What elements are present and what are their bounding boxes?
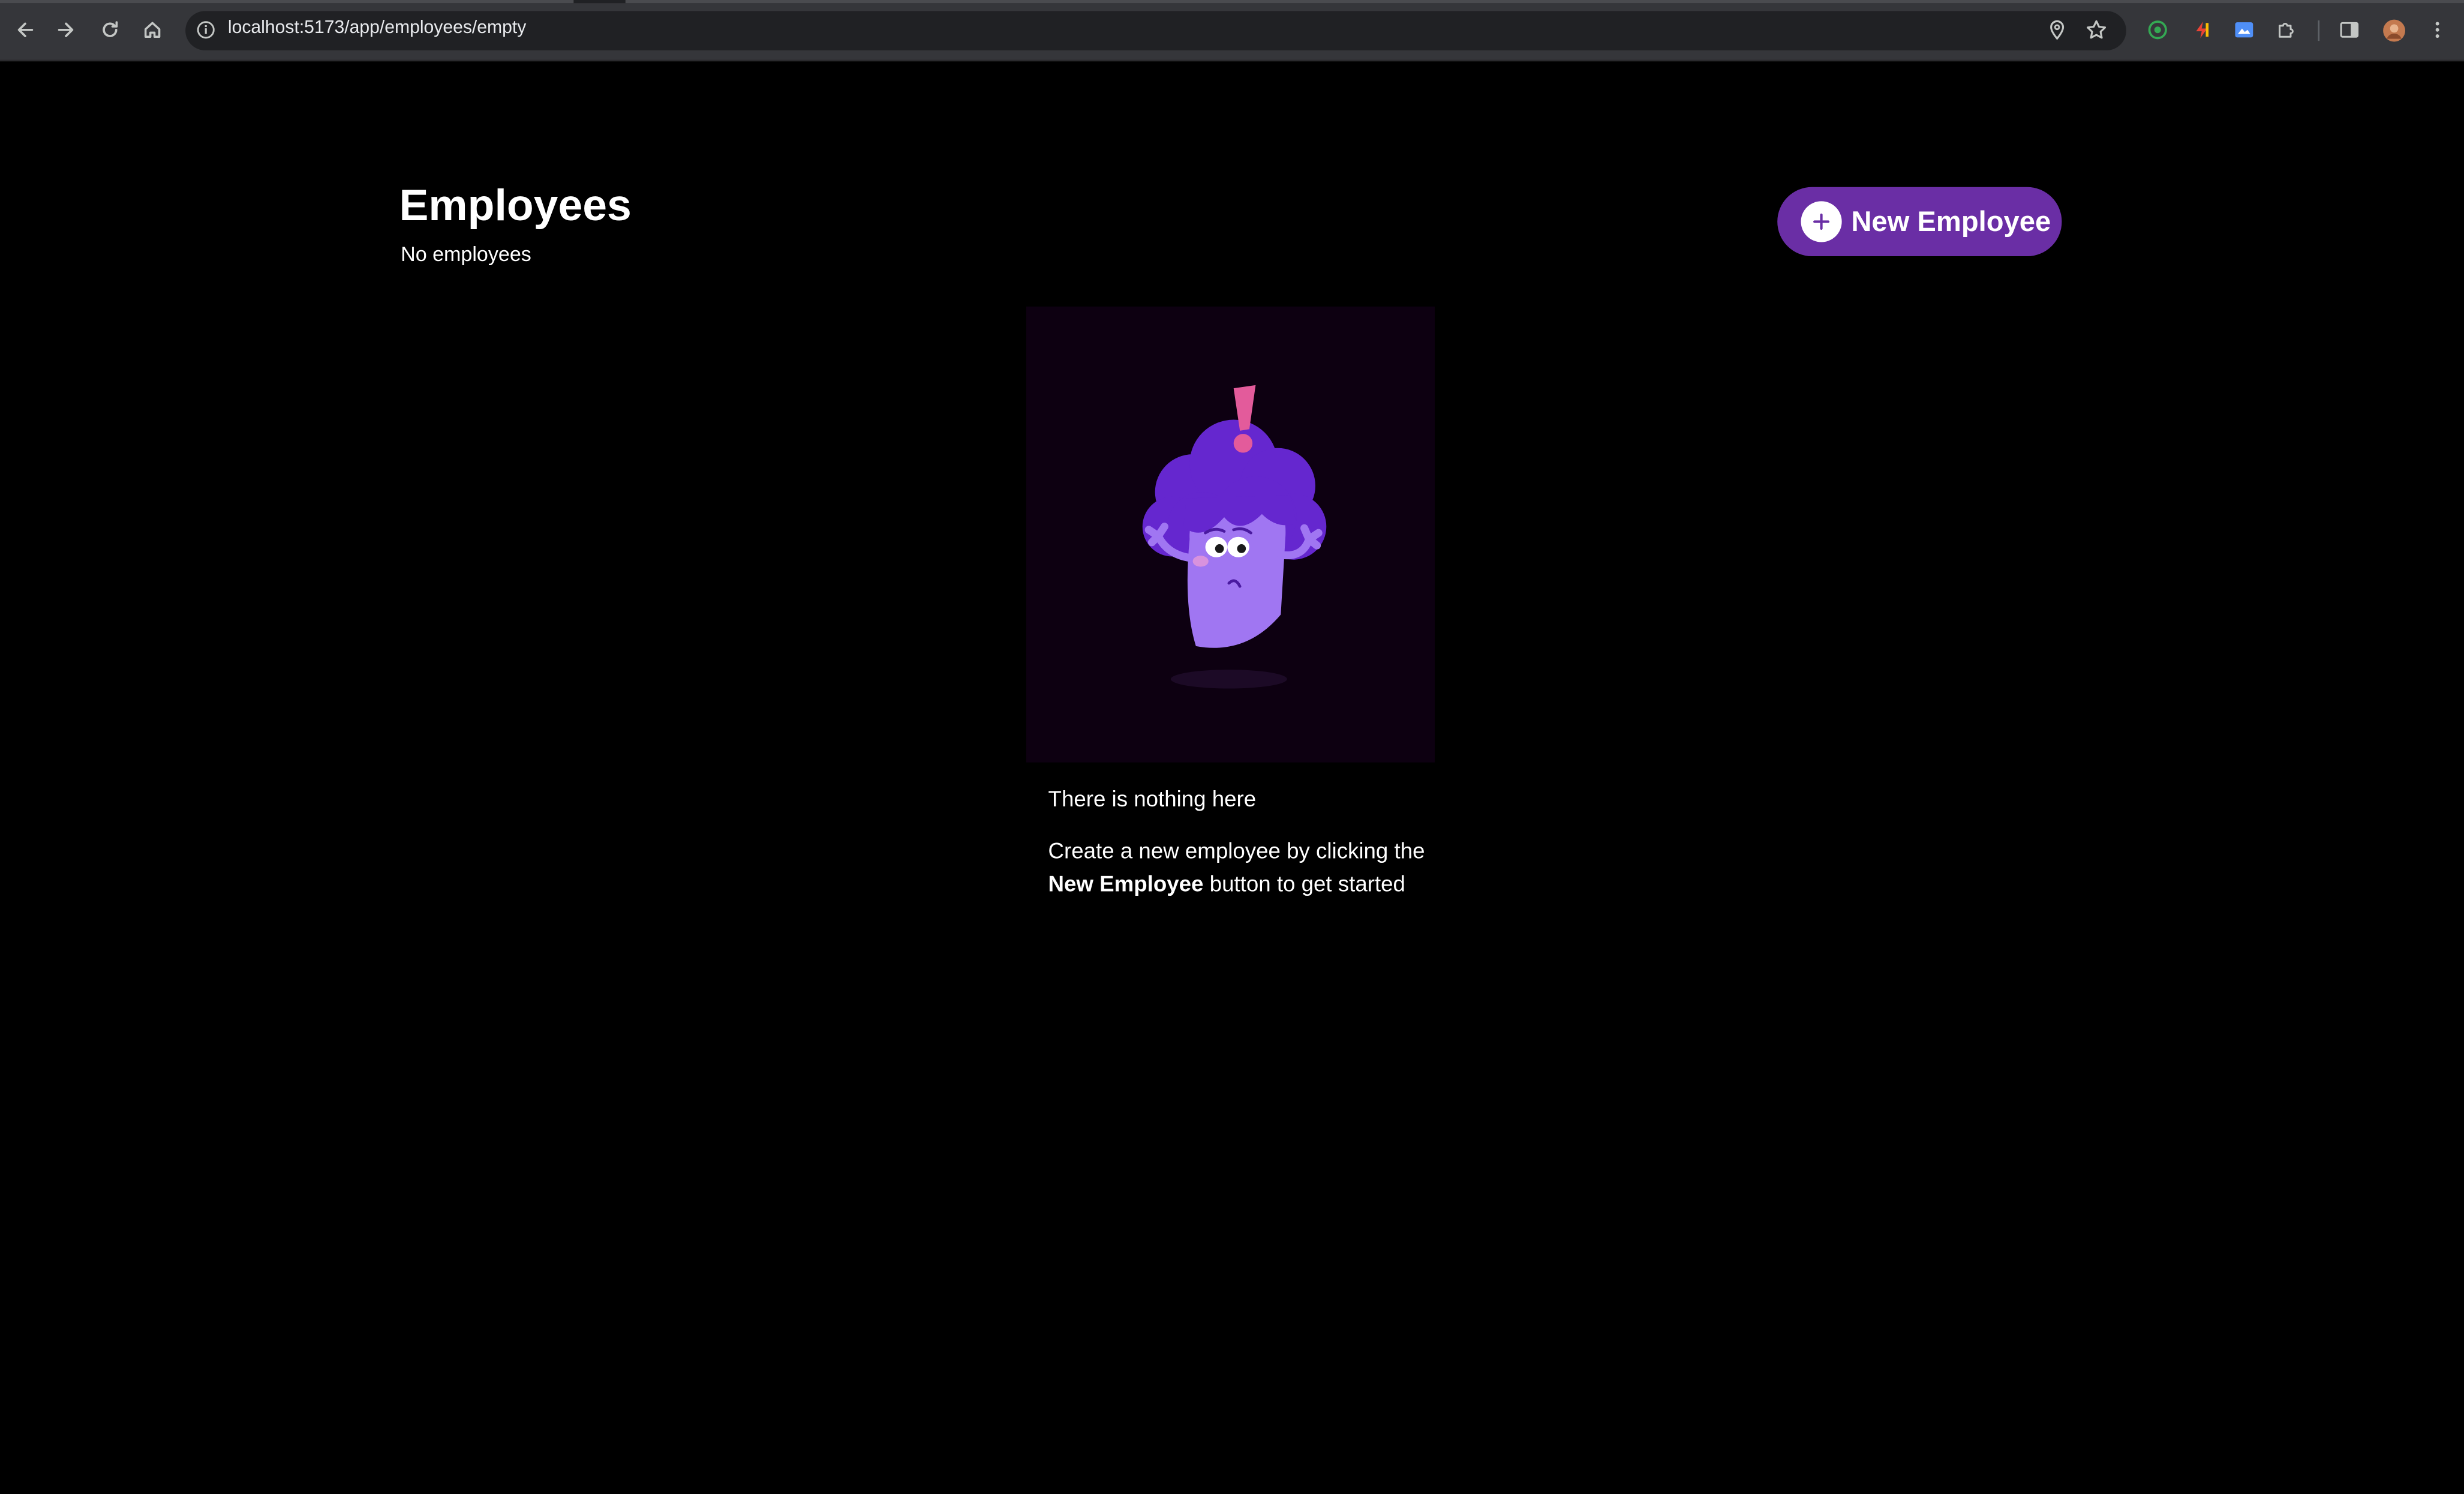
empty-state-title: There is nothing here (1048, 786, 1257, 811)
new-employee-button[interactable]: New Employee (1777, 187, 2062, 257)
site-info-icon[interactable] (197, 20, 215, 39)
empty-state-illustration (1026, 306, 1435, 763)
extension-green-icon[interactable] (2145, 17, 2170, 43)
browser-toolbar: localhost:5173/app/employees/empty (0, 0, 2464, 62)
plus-icon (1801, 201, 1842, 242)
page-title: Employees (399, 181, 632, 230)
empty-desc-prefix: Create a new employee by clicking the (1048, 838, 1425, 863)
empty-state-description: Create a new employee by clicking the Ne… (1048, 835, 1441, 901)
side-panel-icon[interactable] (2337, 17, 2362, 43)
extension-red-icon[interactable] (2189, 17, 2214, 43)
location-pin-icon[interactable] (2046, 19, 2068, 41)
back-icon[interactable] (10, 14, 41, 46)
tab-strip (0, 0, 2464, 4)
empty-desc-suffix: button to get started (1209, 871, 1405, 896)
new-employee-label: New Employee (1851, 205, 2051, 237)
profile-avatar-icon[interactable] (2381, 17, 2406, 43)
toolbar-divider (2318, 20, 2320, 41)
home-icon[interactable] (137, 14, 168, 46)
empty-desc-emphasis: New Employee (1048, 871, 1204, 896)
reload-icon[interactable] (94, 14, 125, 46)
extensions-puzzle-icon[interactable] (2274, 17, 2299, 43)
bookmark-star-icon[interactable] (2086, 19, 2108, 41)
browser-menu-icon[interactable] (2425, 17, 2450, 43)
extension-blue-icon[interactable] (2231, 17, 2256, 43)
url-text[interactable]: localhost:5173/app/employees/empty (228, 19, 526, 37)
employee-count-text: No employees (401, 242, 531, 266)
browser-viewport: localhost:5173/app/employees/empty Emplo… (0, 0, 2464, 1493)
forward-icon[interactable] (50, 14, 82, 46)
address-bar[interactable]: localhost:5173/app/employees/empty (185, 11, 2126, 50)
